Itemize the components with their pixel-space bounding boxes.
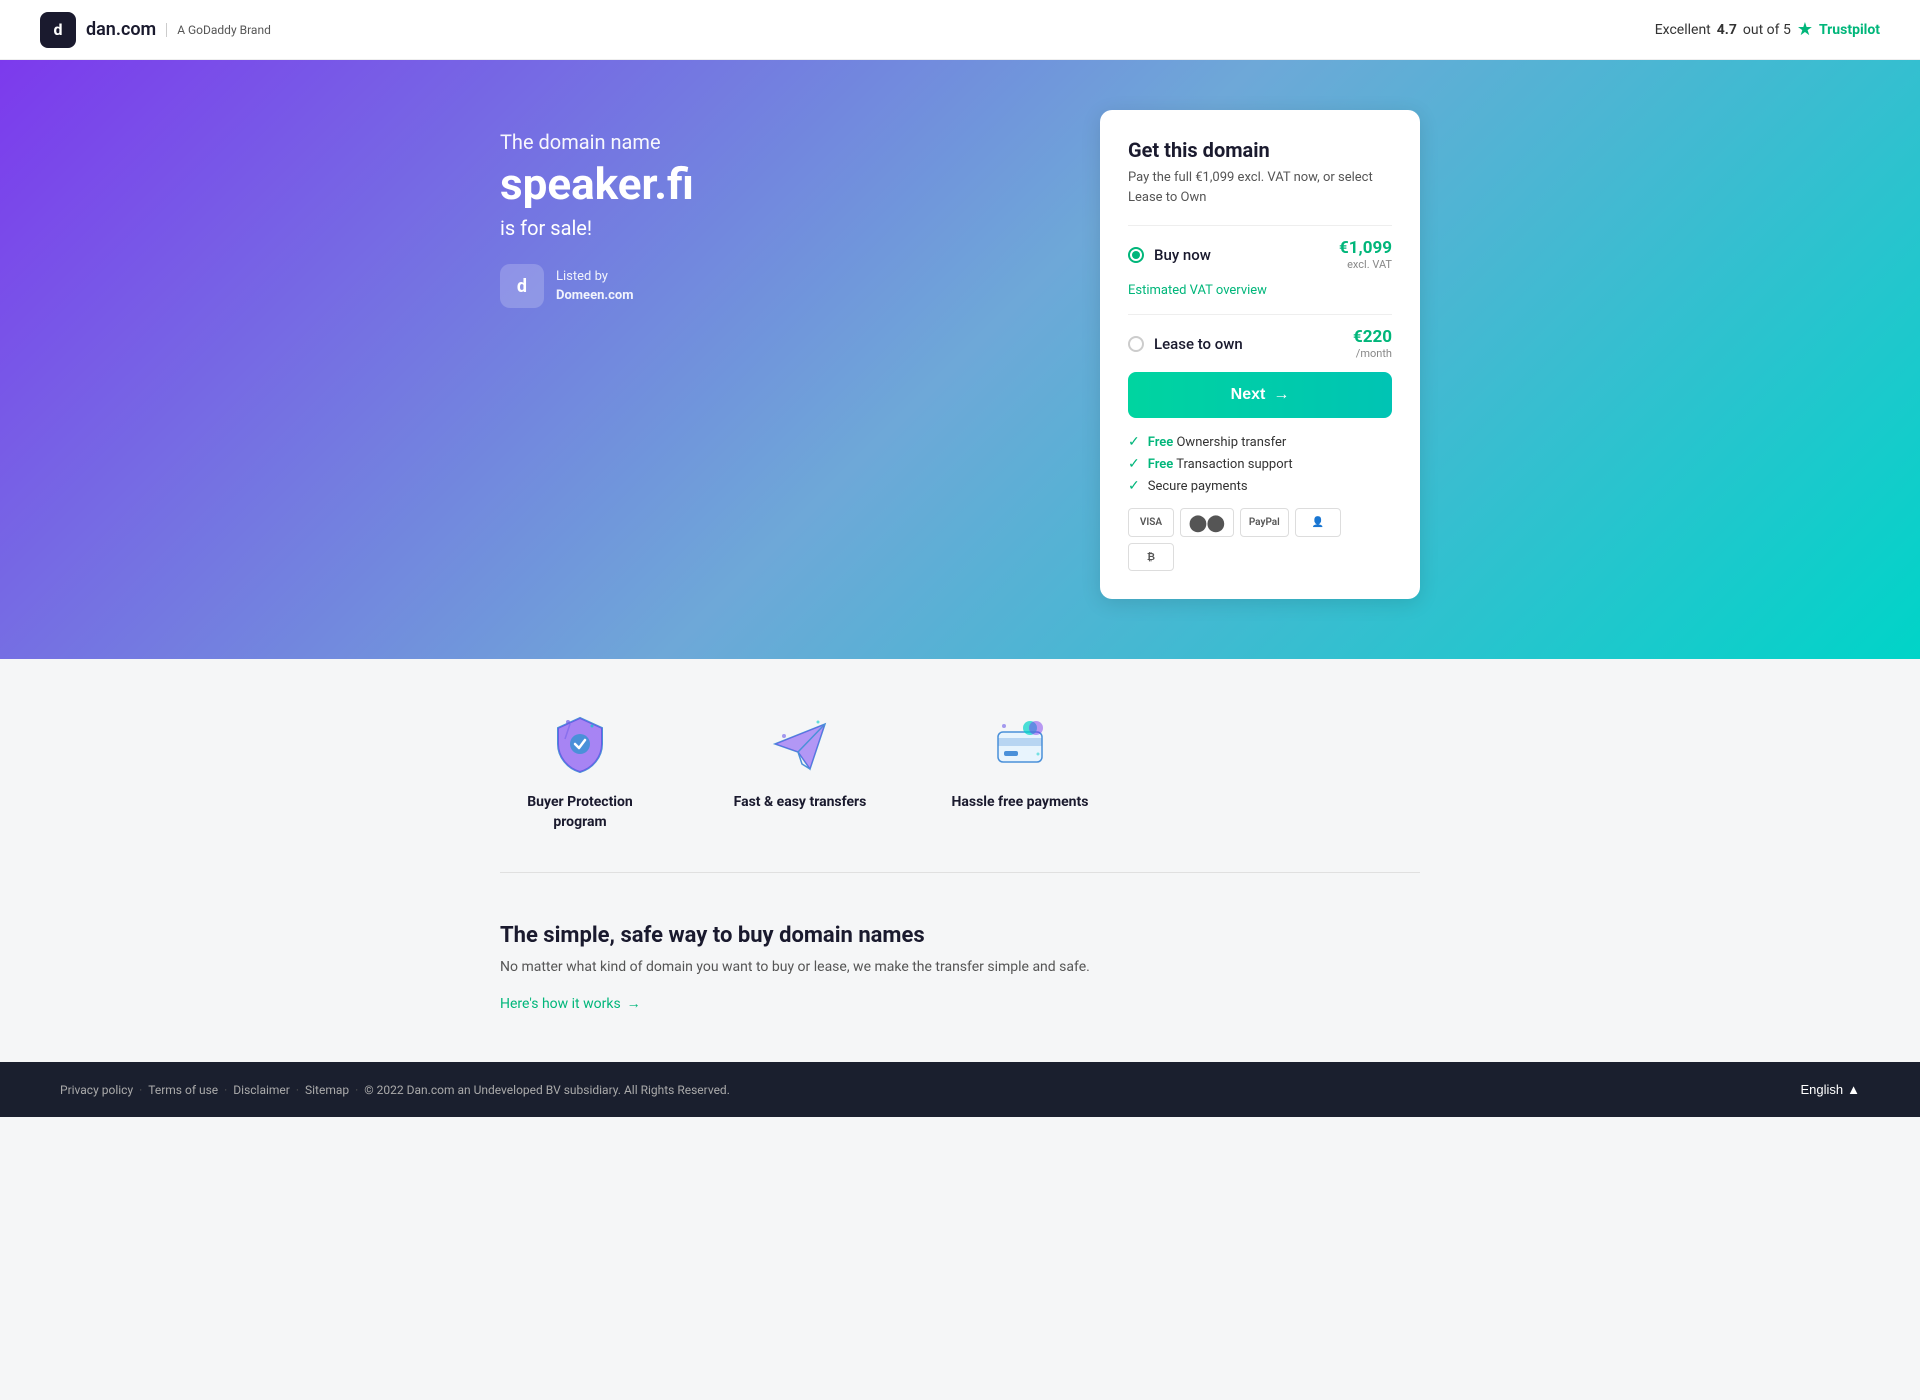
footer-links: Privacy policy · Terms of use · Disclaim… (60, 1083, 730, 1097)
vat-overview-link[interactable]: Estimated VAT overview (1128, 283, 1392, 298)
privacy-policy-link[interactable]: Privacy policy (60, 1083, 133, 1097)
next-arrow-icon: → (1273, 386, 1289, 404)
buy-now-option[interactable]: Buy now €1,099 excl. VAT (1128, 225, 1392, 283)
trustpilot-score: 4.7 (1717, 22, 1737, 38)
language-chevron-icon: ▲ (1847, 1082, 1860, 1097)
language-selector[interactable]: English ▲ (1800, 1082, 1860, 1097)
lease-period: /month (1353, 347, 1392, 360)
hero-for-sale: is for sale! (500, 216, 694, 240)
listed-text: Listed by Domeen.com (556, 267, 634, 306)
card-subtitle: Pay the full €1,099 excl. VAT now, or se… (1128, 168, 1392, 207)
buy-now-excl: excl. VAT (1339, 258, 1392, 271)
dan-logo-icon: d (40, 12, 76, 48)
fast-transfers-label: Fast & easy transfers (720, 793, 880, 813)
copyright-text: © 2022 Dan.com an Undeveloped BV subsidi… (364, 1083, 730, 1097)
terms-of-use-link[interactable]: Terms of use (148, 1083, 218, 1097)
secure-payments-label: Secure payments (1148, 479, 1248, 494)
feature-transaction: ✓ Free Transaction support (1128, 456, 1392, 472)
hassle-free-label: Hassle free payments (940, 793, 1100, 813)
info-section: The simple, safe way to buy domain names… (500, 923, 1420, 1012)
paypal-icon: PayPal (1240, 508, 1289, 537)
how-it-works-link[interactable]: Here's how it works → (500, 995, 641, 1012)
anon-icon: 👤 (1295, 508, 1341, 537)
check-icon-3: ✓ (1128, 478, 1140, 494)
features-section: Buyer Protection program Fast & easy tra… (500, 709, 1420, 873)
buy-now-label: Buy now (1154, 246, 1211, 264)
visa-icon: VISA (1128, 508, 1174, 537)
trustpilot-star-icon: ★ (1797, 19, 1813, 40)
hero-domain: speaker.fi (500, 158, 694, 210)
hero-subtitle: The domain name (500, 130, 694, 154)
hero-listed-by: d Listed by Domeen.com (500, 264, 694, 308)
hero-inner: The domain name speaker.fi is for sale! … (460, 120, 1460, 599)
language-label: English (1800, 1082, 1843, 1097)
feature-ownership: ✓ Free Ownership transfer (1128, 434, 1392, 450)
hero-section: The domain name speaker.fi is for sale! … (0, 60, 1920, 659)
buy-now-price-block: €1,099 excl. VAT (1339, 238, 1392, 271)
footer: Privacy policy · Terms of use · Disclaim… (0, 1062, 1920, 1117)
info-title: The simple, safe way to buy domain names (500, 923, 1420, 948)
buy-now-price: €1,099 (1339, 238, 1392, 258)
lease-label: Lease to own (1154, 335, 1243, 353)
main-content: Buyer Protection program Fast & easy tra… (460, 659, 1460, 1062)
paper-plane-icon (765, 709, 835, 779)
lease-price: €220 (1353, 327, 1392, 347)
arrow-right-icon: → (627, 995, 641, 1012)
lease-left: Lease to own (1128, 335, 1243, 353)
buy-now-radio[interactable] (1128, 247, 1144, 263)
lease-price-block: €220 /month (1353, 327, 1392, 360)
next-button[interactable]: Next → (1128, 372, 1392, 418)
sitemap-link[interactable]: Sitemap (305, 1083, 349, 1097)
listed-by-name: Domeen.com (556, 288, 634, 303)
check-icon-2: ✓ (1128, 456, 1140, 472)
info-description: No matter what kind of domain you want t… (500, 956, 1420, 978)
shield-icon (545, 709, 615, 779)
disclaimer-link[interactable]: Disclaimer (233, 1083, 290, 1097)
header: d dan.com A GoDaddy Brand Excellent 4.7 … (0, 0, 1920, 60)
card-title: Get this domain (1128, 138, 1392, 162)
site-name: dan.com (86, 19, 156, 40)
free-label-2: Free (1148, 457, 1174, 472)
header-left: d dan.com A GoDaddy Brand (40, 12, 271, 48)
payment-card-icon (985, 709, 1055, 779)
buyer-protection-label: Buyer Protection program (500, 793, 660, 832)
godaddy-label: A GoDaddy Brand (166, 23, 271, 37)
feature-hassle-free: Hassle free payments (940, 709, 1100, 832)
next-label: Next (1231, 386, 1266, 404)
bitcoin-icon: ₿ (1128, 543, 1174, 571)
how-it-works-label: Here's how it works (500, 996, 621, 1012)
feature-secure: ✓ Secure payments (1128, 478, 1392, 494)
card-features-list: ✓ Free Ownership transfer ✓ Free Transac… (1128, 434, 1392, 494)
trustpilot-out-of: out of 5 (1743, 22, 1791, 38)
payment-icons: VISA ⬤⬤ PayPal 👤 ₿ (1128, 508, 1392, 571)
hero-text: The domain name speaker.fi is for sale! … (500, 120, 694, 308)
free-label-1: Free (1148, 435, 1174, 450)
trustpilot-excellent: Excellent (1655, 22, 1711, 38)
feature-buyer-protection: Buyer Protection program (500, 709, 660, 832)
mastercard-icon: ⬤⬤ (1180, 508, 1234, 537)
purchase-card: Get this domain Pay the full €1,099 excl… (1100, 110, 1420, 599)
lease-option[interactable]: Lease to own €220 /month (1128, 314, 1392, 372)
domeen-logo-icon: d (500, 264, 544, 308)
buy-now-left: Buy now (1128, 246, 1211, 264)
check-icon-1: ✓ (1128, 434, 1140, 450)
listed-by-label: Listed by (556, 269, 608, 284)
feature-fast-transfers: Fast & easy transfers (720, 709, 880, 832)
trustpilot-name: Trustpilot (1819, 22, 1880, 38)
trustpilot-badge: Excellent 4.7 out of 5 ★ Trustpilot (1655, 19, 1880, 40)
lease-radio[interactable] (1128, 336, 1144, 352)
